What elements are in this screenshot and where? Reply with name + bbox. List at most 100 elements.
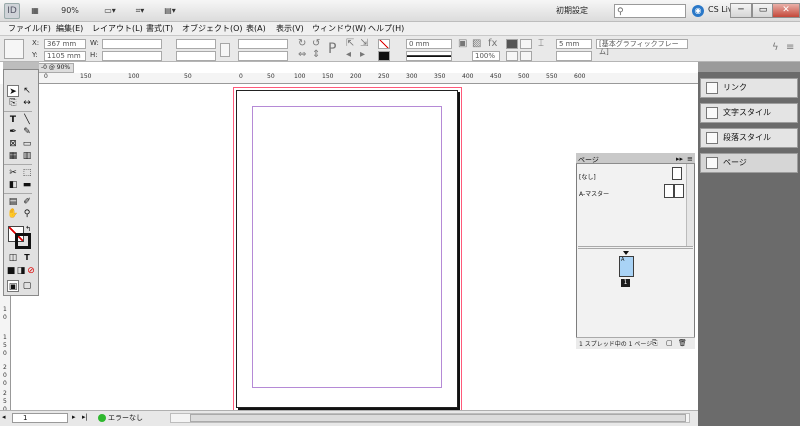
select-next-icon[interactable]: ▸ bbox=[360, 49, 365, 60]
page-1-thumbnail[interactable]: A bbox=[619, 256, 634, 277]
menu-file[interactable]: ファイル(F) bbox=[8, 23, 51, 35]
y-position-field[interactable]: 1105 mm bbox=[44, 51, 86, 61]
reference-point-icon[interactable] bbox=[4, 39, 24, 59]
last-page-icon[interactable]: ▸| bbox=[82, 413, 88, 421]
master-a-label[interactable]: A-マスター bbox=[579, 189, 609, 198]
select-container-icon[interactable]: ⇱ bbox=[346, 38, 354, 49]
panel-options-icon[interactable]: ≡ bbox=[687, 155, 693, 163]
horizontal-scroll-thumb[interactable] bbox=[190, 414, 686, 422]
page-number-field[interactable]: 1 bbox=[12, 413, 68, 423]
quick-apply-icon[interactable]: ϟ bbox=[772, 42, 779, 53]
selection-tool-icon[interactable]: ➤ bbox=[7, 85, 19, 97]
master-a-left-thumbnail[interactable] bbox=[664, 184, 674, 198]
scissors-tool-icon[interactable]: ✂ bbox=[7, 167, 19, 179]
preview-mode-icon[interactable]: ▢ bbox=[21, 280, 33, 292]
view-options-icon[interactable]: ▭▾ bbox=[98, 3, 122, 19]
preflight-status-text[interactable]: エラーなし bbox=[108, 413, 143, 423]
master-none-thumbnail[interactable] bbox=[672, 167, 682, 180]
tools-panel-header[interactable] bbox=[3, 62, 39, 70]
apply-none-icon[interactable]: ⊘ bbox=[25, 265, 37, 277]
menu-type[interactable]: 書式(T) bbox=[146, 23, 173, 35]
edit-page-size-icon[interactable]: ⎘ bbox=[652, 339, 658, 348]
fit-frame-icon[interactable] bbox=[506, 39, 518, 49]
masters-scrollbar[interactable] bbox=[686, 164, 694, 246]
menu-edit[interactable]: 編集(E) bbox=[56, 23, 83, 35]
pages-panel-tab[interactable]: ページ bbox=[578, 155, 599, 165]
flip-horizontal-icon[interactable]: ⇔ bbox=[298, 49, 306, 60]
cs-live-icon[interactable]: ◉ bbox=[692, 5, 704, 17]
rectangle-tool-icon[interactable]: ▭ bbox=[21, 138, 33, 150]
pen-tool-icon[interactable]: ✒ bbox=[7, 126, 19, 138]
close-button[interactable]: ✕ bbox=[772, 3, 800, 18]
maximize-button[interactable]: ▭ bbox=[752, 3, 774, 18]
delete-page-icon[interactable]: 🗑 bbox=[678, 339, 687, 347]
rotate-ccw-icon[interactable]: ↺ bbox=[312, 38, 320, 49]
effects-icon[interactable]: ▨ bbox=[472, 38, 481, 49]
hand-tool-icon[interactable]: ✋ bbox=[7, 208, 19, 220]
opacity-field[interactable]: 100% bbox=[472, 51, 500, 61]
screen-mode-icon[interactable]: ⌗▾ bbox=[128, 3, 152, 19]
rectangle-frame-tool-icon[interactable]: ⊠ bbox=[7, 138, 19, 150]
minimize-button[interactable]: ─ bbox=[730, 3, 752, 18]
collapse-icon[interactable]: ▸▸ bbox=[676, 155, 683, 163]
gap-tool-icon[interactable]: ↔ bbox=[21, 97, 33, 109]
note-tool-icon[interactable]: ▤ bbox=[7, 196, 19, 208]
menu-help[interactable]: ヘルプ(H) bbox=[368, 23, 404, 35]
master-a-right-thumbnail[interactable] bbox=[674, 184, 684, 198]
type-tool-icon[interactable]: T bbox=[7, 114, 19, 126]
master-none-label[interactable]: [なし] bbox=[579, 172, 596, 181]
workspace-switcher[interactable]: 初期設定 bbox=[556, 4, 608, 18]
page-tool-icon[interactable]: ⎘ bbox=[7, 97, 19, 109]
direct-selection-tool-icon[interactable]: ↖ bbox=[21, 85, 33, 97]
panel-menu-icon[interactable]: ≡ bbox=[786, 42, 794, 53]
flip-vertical-icon[interactable]: ⇕ bbox=[312, 49, 320, 60]
drop-shadow-icon[interactable]: ▣ bbox=[458, 38, 467, 49]
center-content-icon[interactable] bbox=[506, 51, 518, 61]
constrain-proportions-icon[interactable] bbox=[220, 43, 230, 57]
stroke-weight-field[interactable]: 0 mm bbox=[406, 39, 452, 49]
swap-colors-icon[interactable]: ↰ bbox=[22, 223, 34, 235]
eyedropper-tool-icon[interactable]: ✐ bbox=[21, 196, 33, 208]
panel-divider[interactable] bbox=[578, 246, 693, 249]
normal-view-icon[interactable]: ▣ bbox=[7, 280, 19, 292]
menu-view[interactable]: 表示(V) bbox=[276, 23, 304, 35]
formatting-container-icon[interactable]: ◫ bbox=[7, 252, 19, 264]
formatting-text-icon[interactable]: T bbox=[21, 252, 33, 264]
dock-item-paragraph-styles[interactable]: 段落スタイル bbox=[700, 128, 798, 148]
gradient-feather-tool-icon[interactable]: ▬ bbox=[21, 179, 33, 191]
horizontal-ruler[interactable]: 0 150 100 50 0 50 100 150 200 250 300 35… bbox=[38, 73, 698, 84]
fill-swatch[interactable] bbox=[378, 39, 390, 49]
menu-object[interactable]: オブジェクト(O) bbox=[182, 23, 243, 35]
next-page-icon[interactable]: ▸ bbox=[72, 413, 76, 421]
stroke-color-box[interactable] bbox=[15, 233, 31, 249]
menu-window[interactable]: ウィンドウ(W) bbox=[312, 23, 366, 35]
dock-item-links[interactable]: リンク bbox=[700, 78, 798, 98]
corner-option-field[interactable] bbox=[556, 51, 592, 61]
width-field[interactable] bbox=[102, 39, 162, 49]
line-tool-icon[interactable]: ╲ bbox=[21, 114, 33, 126]
new-page-icon[interactable]: ▢ bbox=[666, 339, 673, 347]
first-page-icon[interactable]: ◂ bbox=[2, 413, 6, 421]
bridge-icon[interactable]: ▦ bbox=[26, 3, 44, 19]
gradient-swatch-tool-icon[interactable]: ◧ bbox=[7, 179, 19, 191]
rotate-cw-icon[interactable]: ↻ bbox=[298, 38, 306, 49]
select-content-icon[interactable]: ⇲ bbox=[360, 38, 368, 49]
document-tab[interactable]: -0 @ 90% bbox=[38, 63, 74, 73]
rotation-field[interactable] bbox=[238, 39, 288, 49]
dock-item-character-styles[interactable]: 文字スタイル bbox=[700, 103, 798, 123]
vertical-grid-tool-icon[interactable]: ▥ bbox=[21, 150, 33, 162]
scale-y-field[interactable] bbox=[176, 51, 216, 61]
menu-layout[interactable]: レイアウト(L) bbox=[92, 23, 143, 35]
stroke-type-dropdown[interactable] bbox=[406, 51, 452, 61]
object-style-dropdown[interactable]: [基本グラフィックフレーム] bbox=[596, 39, 688, 56]
fill-frame-icon[interactable] bbox=[520, 51, 532, 61]
fit-content-icon[interactable] bbox=[520, 39, 532, 49]
fx-icon[interactable]: fx bbox=[488, 38, 497, 49]
frame-dimension-field[interactable]: 5 mm bbox=[556, 39, 592, 49]
zoom-level-dropdown[interactable]: 90% bbox=[52, 3, 88, 19]
height-field[interactable] bbox=[102, 51, 162, 61]
free-transform-tool-icon[interactable]: ⬚ bbox=[21, 167, 33, 179]
dock-item-pages[interactable]: ページ bbox=[700, 153, 798, 173]
x-position-field[interactable]: 367 mm bbox=[44, 39, 86, 49]
zoom-tool-icon[interactable]: ⚲ bbox=[21, 208, 33, 220]
